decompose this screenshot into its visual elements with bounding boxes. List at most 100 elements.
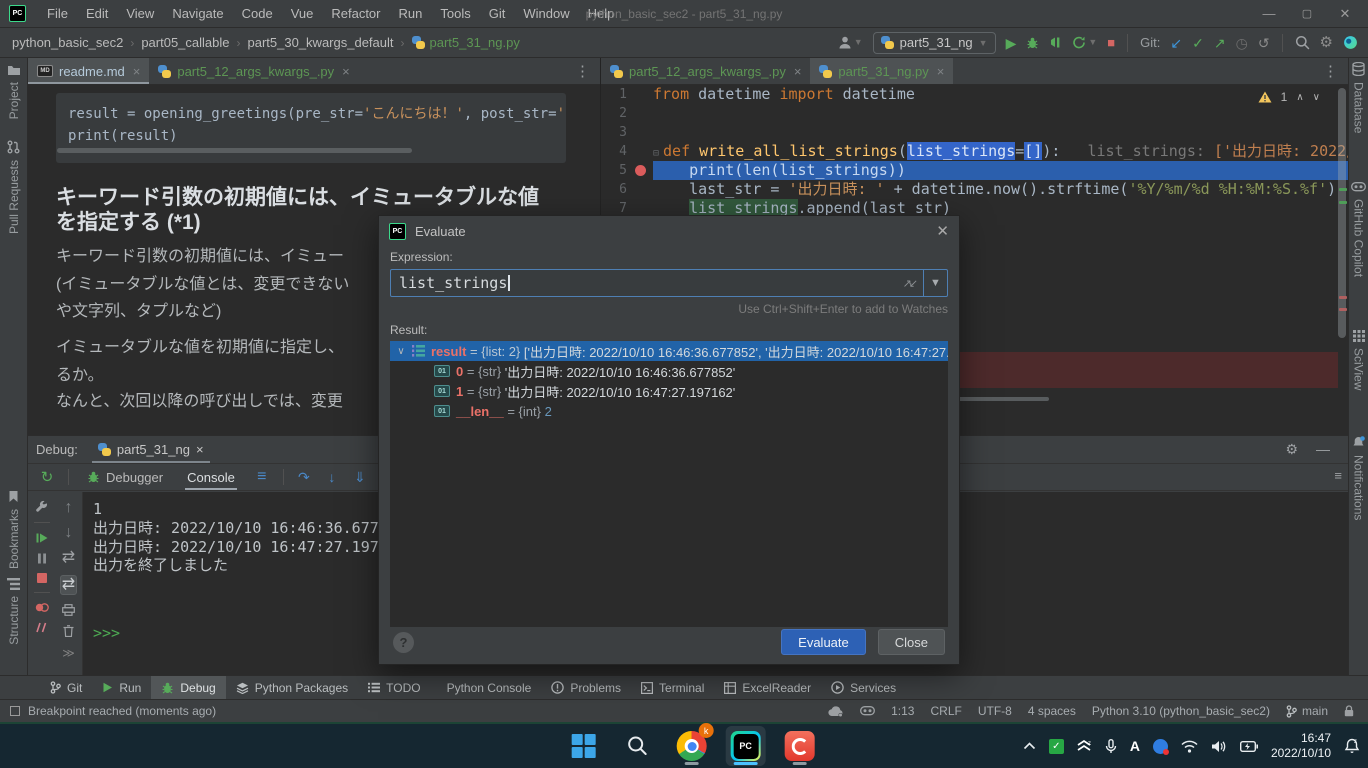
tabs-more-icon[interactable]: ⋮ xyxy=(1313,58,1348,84)
steam-snooze-icon[interactable]: z xyxy=(1077,740,1092,753)
close-icon[interactable]: ✕ xyxy=(1326,0,1364,27)
status-item[interactable]: 4 spaces xyxy=(1028,704,1076,718)
close-tab-icon[interactable]: × xyxy=(342,64,350,79)
toolwindow-button-python-console[interactable]: Python Console xyxy=(431,676,542,699)
more-actions[interactable]: ≫ xyxy=(62,646,75,660)
inspection-widget[interactable]: 1 ∧ ∨ xyxy=(1258,90,1320,104)
next-error-icon[interactable]: ∨ xyxy=(1313,92,1320,103)
pause-icon[interactable] xyxy=(37,553,47,564)
stopsq-icon[interactable] xyxy=(37,573,47,583)
code-block-hscrollbar[interactable] xyxy=(57,148,412,153)
tool-strip-project[interactable]: Project xyxy=(0,64,27,119)
git-commit-icon[interactable]: ✓ xyxy=(1192,36,1204,50)
breadcrumb-file[interactable]: part5_31_ng.py xyxy=(412,35,520,50)
run-button[interactable]: ▶ xyxy=(1006,36,1017,50)
expression-history-dropdown-icon[interactable]: ▼ xyxy=(923,270,947,296)
taskbar-search-button[interactable] xyxy=(618,726,658,766)
notification-bell-icon[interactable]: z xyxy=(1344,738,1360,754)
tool-strip-database[interactable]: Database xyxy=(1349,62,1368,133)
mute-icon[interactable] xyxy=(35,602,49,613)
result-tree[interactable]: ∨result = {list: 2} ['出力日時: 2022/10/10 1… xyxy=(390,341,948,627)
command-prompt-toggle-icon[interactable]: ⇄ xyxy=(60,575,77,595)
toolwindow-button-services[interactable]: Services xyxy=(821,676,906,699)
coverage-button[interactable]: ▼ xyxy=(1072,36,1097,49)
volume-icon[interactable] xyxy=(1211,740,1227,753)
layout-icon[interactable]: ≡ xyxy=(249,469,275,485)
editor-gutter[interactable]: 1 xyxy=(601,85,653,104)
up-stack-icon[interactable]: ↑ xyxy=(65,500,73,516)
breadcrumb-item[interactable]: part05_callable xyxy=(141,35,229,50)
hide-panel-icon[interactable]: — xyxy=(1316,441,1330,458)
slashes-icon[interactable] xyxy=(36,622,47,633)
tool-strip-structure[interactable]: Structure xyxy=(0,578,27,645)
expression-input[interactable]: list_strings ↗↙ ▼ xyxy=(390,269,948,297)
tray-app2-icon[interactable] xyxy=(1153,739,1168,754)
status-item[interactable]: CRLF xyxy=(930,704,961,718)
menu-item-edit[interactable]: Edit xyxy=(77,0,117,27)
soft-wrap-icon[interactable]: ≡ xyxy=(1334,468,1342,483)
chrome-app-button[interactable]: k xyxy=(672,726,712,766)
result-tree-row[interactable]: 010 = {str} '出力日時: 2022/10/10 16:46:36.6… xyxy=(390,361,948,381)
user-account-icon[interactable]: ▼ xyxy=(838,36,863,49)
tray-expand-icon[interactable] xyxy=(1023,742,1036,750)
force-step-into-icon[interactable]: ⇓ xyxy=(348,469,372,486)
dialog-title-bar[interactable]: PC Evaluate ✕ xyxy=(379,216,959,246)
tab-part5_31_ng.py[interactable]: part5_31_ng.py× xyxy=(810,58,953,84)
search-icon[interactable] xyxy=(1295,35,1310,50)
tabs-more-icon[interactable]: ⋮ xyxy=(565,58,600,84)
settings-gear-icon[interactable]: ⚙ xyxy=(1320,35,1333,50)
prev-error-icon[interactable]: ∧ xyxy=(1296,92,1303,103)
lock-icon[interactable] xyxy=(1344,705,1354,717)
tab-part5_12_args_kwargs_.py[interactable]: part5_12_args_kwargs_.py× xyxy=(149,58,358,84)
status-item[interactable]: 1:13 xyxy=(891,704,914,718)
close-tab-icon[interactable]: × xyxy=(133,64,141,79)
wrench-icon[interactable] xyxy=(35,500,48,513)
tool-strip-bookmarks[interactable]: Bookmarks xyxy=(0,490,27,569)
tray-app-icon[interactable]: ✓ xyxy=(1049,739,1064,754)
close-tab-icon[interactable]: × xyxy=(794,64,802,79)
copilot-icon[interactable] xyxy=(860,706,875,717)
debug-tab-debugger[interactable]: Debugger xyxy=(77,464,173,490)
close-session-icon[interactable]: × xyxy=(196,442,204,457)
printer-icon[interactable] xyxy=(62,604,75,616)
menu-item-file[interactable]: File xyxy=(38,0,77,27)
resume-icon[interactable] xyxy=(36,532,48,544)
help-button[interactable]: ? xyxy=(393,632,414,653)
menu-item-window[interactable]: Window xyxy=(514,0,578,27)
tool-strip-notifications[interactable]: Notifications xyxy=(1349,436,1368,520)
result-tree-row[interactable]: 01__len__ = {int} 2 xyxy=(390,401,948,421)
tool-strip-pull-requests[interactable]: Pull Requests xyxy=(0,140,27,234)
start-button[interactable] xyxy=(564,726,604,766)
close-button[interactable]: Close xyxy=(878,629,945,655)
editor-gutter[interactable]: 6 xyxy=(601,180,653,199)
stop-button[interactable]: ■ xyxy=(1107,36,1115,49)
toolwindow-button-debug[interactable]: Debug xyxy=(151,676,225,699)
tool-strip-sciview[interactable]: SciView xyxy=(1349,330,1368,390)
rollback-icon[interactable]: ↺ xyxy=(1258,36,1270,50)
result-tree-row[interactable]: 011 = {str} '出力日時: 2022/10/10 16:47:27.1… xyxy=(390,381,948,401)
git-push-icon[interactable]: ↗ xyxy=(1214,36,1226,50)
breakpoint-icon[interactable] xyxy=(635,165,646,176)
minimize-icon[interactable]: — xyxy=(1250,0,1288,27)
close-tab-icon[interactable]: × xyxy=(937,64,945,79)
editor-gutter[interactable]: 2 xyxy=(601,104,653,123)
trash-icon[interactable] xyxy=(63,625,74,637)
toolwindow-button-python-packages[interactable]: Python Packages xyxy=(226,676,358,699)
dialog-close-icon[interactable]: ✕ xyxy=(936,222,949,240)
taskbar-clock[interactable]: 16:47 2022/10/10 xyxy=(1271,731,1331,761)
rerun-icon[interactable]: ↻ xyxy=(34,470,60,485)
down-stack-icon[interactable]: ↓ xyxy=(65,525,73,541)
menu-item-run[interactable]: Run xyxy=(390,0,432,27)
history-icon[interactable]: ◷ xyxy=(1236,36,1248,50)
camtasia-app-button[interactable] xyxy=(780,726,820,766)
expand-chevron-icon[interactable]: ∨ xyxy=(390,346,412,357)
result-tree-row[interactable]: ∨result = {list: 2} ['出力日時: 2022/10/10 1… xyxy=(390,341,948,361)
fold-marker-icon[interactable]: ⊟ xyxy=(653,148,659,159)
breadcrumb-item[interactable]: part5_30_kwargs_default xyxy=(248,35,394,50)
tab-readme.md[interactable]: MDreadme.md× xyxy=(28,58,149,84)
toolwindow-button-run[interactable]: Run xyxy=(92,676,151,699)
evaluate-button[interactable]: Evaluate xyxy=(781,629,866,655)
step-over-icon[interactable]: ↷ xyxy=(292,469,316,486)
show-execution-point-icon[interactable]: ⇄ xyxy=(62,550,75,566)
toolwindow-button-problems[interactable]: Problems xyxy=(541,676,631,699)
